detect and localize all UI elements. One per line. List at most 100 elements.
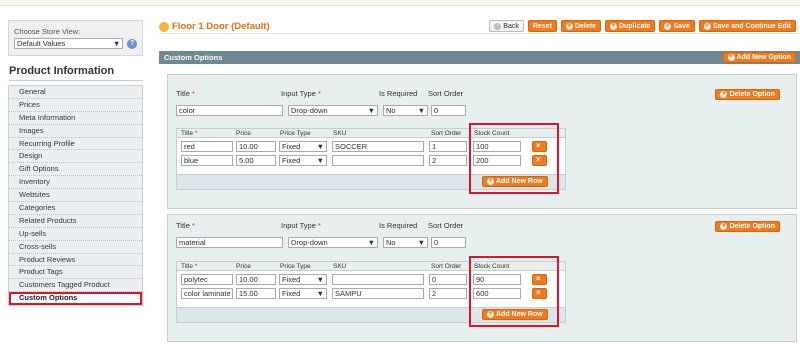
title-label: Title * bbox=[176, 89, 195, 98]
check-icon: ✓ bbox=[703, 22, 711, 30]
delete-option-label: Delete Option bbox=[729, 223, 775, 230]
store-view-value: Default Values bbox=[17, 39, 66, 48]
tab-gift-options[interactable]: Gift Options bbox=[9, 163, 142, 177]
price-type-header: Price Type bbox=[280, 263, 311, 270]
tab-cross-sells[interactable]: Cross-sells bbox=[9, 240, 142, 254]
row-sku-input[interactable] bbox=[332, 155, 424, 166]
tab-customers-tagged-product[interactable]: Customers Tagged Product bbox=[9, 279, 142, 293]
option-sort-order-input[interactable]: 0 bbox=[431, 237, 466, 248]
row-price-type-select[interactable]: Fixed ▼ bbox=[279, 288, 327, 299]
custom-options-header: Custom Options + Add New Option bbox=[159, 51, 800, 64]
add-new-option-button[interactable]: + Add New Option bbox=[722, 52, 796, 63]
row-sort-order-input[interactable]: 1 bbox=[429, 141, 467, 152]
reset-button[interactable]: Reset bbox=[527, 20, 557, 32]
delete-option-button[interactable]: × Delete Option bbox=[715, 221, 780, 232]
option-title-input[interactable]: color bbox=[176, 105, 283, 116]
tab-custom-options[interactable]: Custom Options bbox=[9, 292, 142, 306]
product-tabs: General Prices Meta Information Images R… bbox=[8, 85, 143, 307]
tab-inventory[interactable]: Inventory bbox=[9, 176, 142, 190]
stock-count-highlight bbox=[469, 123, 559, 194]
stock-count-highlight bbox=[469, 256, 559, 327]
delete-icon: × bbox=[565, 22, 573, 30]
delete-button[interactable]: × Delete bbox=[560, 20, 601, 32]
back-button[interactable]: ‹ Back bbox=[489, 20, 524, 32]
help-icon[interactable]: ? bbox=[127, 38, 137, 49]
reset-label: Reset bbox=[532, 22, 552, 30]
input-type-select[interactable]: Drop-down ▼ bbox=[288, 237, 378, 248]
page-title: Floor 1 Door (Default) bbox=[159, 21, 270, 32]
is-required-label: Is Required bbox=[379, 89, 418, 98]
tab-recurring-profile[interactable]: Recurring Profile bbox=[9, 137, 142, 151]
delete-icon: × bbox=[720, 223, 728, 230]
row-title-input[interactable]: polytec bbox=[181, 274, 233, 285]
tab-product-reviews[interactable]: Product Reviews bbox=[9, 253, 142, 267]
row-price-input[interactable]: 10.00 bbox=[236, 274, 276, 285]
chevron-down-icon: ▼ bbox=[316, 289, 324, 298]
row-title-input[interactable]: color laminate bbox=[181, 288, 233, 299]
row-sku-input[interactable] bbox=[332, 274, 424, 285]
title-label: Title * bbox=[176, 221, 195, 230]
row-title-header: Title * bbox=[181, 263, 198, 270]
is-required-value: No bbox=[386, 106, 396, 115]
row-price-input[interactable]: 10.00 bbox=[236, 141, 276, 152]
input-type-label: Input Type * bbox=[281, 89, 321, 98]
delete-label: Delete bbox=[574, 22, 596, 30]
input-type-value: Drop-down bbox=[291, 238, 328, 247]
tab-prices[interactable]: Prices bbox=[9, 98, 142, 112]
chevron-down-icon: ▼ bbox=[417, 106, 425, 115]
row-sort-order-input[interactable]: 2 bbox=[429, 155, 467, 166]
tab-images[interactable]: Images bbox=[9, 124, 142, 138]
tab-product-tags[interactable]: Product Tags bbox=[9, 266, 142, 280]
is-required-select[interactable]: No ▼ bbox=[383, 237, 428, 248]
row-sku-input[interactable]: SOCCER bbox=[332, 141, 424, 152]
tab-categories[interactable]: Categories bbox=[9, 202, 142, 215]
chevron-down-icon: ▼ bbox=[316, 156, 324, 165]
store-view-select[interactable]: Default Values ▼ bbox=[14, 38, 124, 49]
sku-header: SKU bbox=[333, 130, 347, 137]
price-type-value: Fixed bbox=[282, 142, 301, 151]
delete-option-button[interactable]: × Delete Option bbox=[715, 89, 780, 100]
tab-up-sells[interactable]: Up-sells bbox=[9, 227, 142, 241]
save-button[interactable]: ✓ Save bbox=[659, 20, 695, 32]
row-sort-order-header: Sort Order bbox=[431, 263, 462, 270]
row-price-input[interactable]: 15.00 bbox=[236, 288, 276, 299]
input-type-value: Drop-down bbox=[291, 106, 328, 115]
product-information-title: Product Information bbox=[9, 65, 143, 81]
sort-order-label: Sort Order bbox=[428, 89, 464, 98]
chevron-down-icon: ▼ bbox=[367, 238, 375, 247]
duplicate-button[interactable]: + Duplicate bbox=[604, 20, 656, 32]
page-header: Floor 1 Door (Default) ‹ Back Reset × Dele… bbox=[159, 14, 800, 34]
input-type-select[interactable]: Drop-down ▼ bbox=[288, 105, 378, 116]
price-type-value: Fixed bbox=[282, 156, 301, 165]
tab-websites[interactable]: Websites bbox=[9, 189, 142, 203]
price-header: Price bbox=[236, 130, 251, 137]
row-sort-order-header: Sort Order bbox=[431, 130, 462, 137]
chevron-down-icon: ▼ bbox=[316, 275, 324, 284]
tab-general[interactable]: General bbox=[9, 86, 142, 99]
option-sort-order-input[interactable]: 0 bbox=[431, 105, 466, 116]
save-and-continue-button[interactable]: ✓ Save and Continue Edit bbox=[698, 20, 796, 32]
row-price-type-select[interactable]: Fixed ▼ bbox=[279, 274, 327, 285]
is-required-select[interactable]: No ▼ bbox=[383, 105, 428, 116]
main-content: Floor 1 Door (Default) ‹ Back Reset × Dele… bbox=[159, 14, 800, 346]
row-price-type-select[interactable]: Fixed ▼ bbox=[279, 141, 327, 152]
back-arrow-icon: ‹ bbox=[494, 22, 502, 30]
row-sort-order-input[interactable]: 0 bbox=[429, 274, 467, 285]
tab-meta-information[interactable]: Meta Information bbox=[9, 111, 142, 125]
chevron-down-icon: ▼ bbox=[112, 39, 121, 48]
row-price-type-select[interactable]: Fixed ▼ bbox=[279, 155, 327, 166]
tab-related-products[interactable]: Related Products bbox=[9, 214, 142, 228]
row-title-input[interactable]: blue bbox=[181, 155, 233, 166]
row-sku-input[interactable]: SAMPU bbox=[332, 288, 424, 299]
row-title-input[interactable]: red bbox=[181, 141, 233, 152]
sort-order-label: Sort Order bbox=[428, 221, 464, 230]
option-title-input[interactable]: material bbox=[176, 237, 283, 248]
tab-design[interactable]: Design bbox=[9, 150, 142, 164]
store-label: Choose Store View: bbox=[14, 27, 81, 36]
custom-options-title: Custom Options bbox=[164, 53, 223, 62]
plus-icon: + bbox=[727, 54, 735, 61]
duplicate-label: Duplicate bbox=[618, 22, 651, 30]
row-price-input[interactable]: 5.00 bbox=[236, 155, 276, 166]
row-sort-order-input[interactable]: 2 bbox=[429, 288, 467, 299]
option-box-material: Title * Input Type * Is Required Sort Or… bbox=[167, 214, 797, 342]
